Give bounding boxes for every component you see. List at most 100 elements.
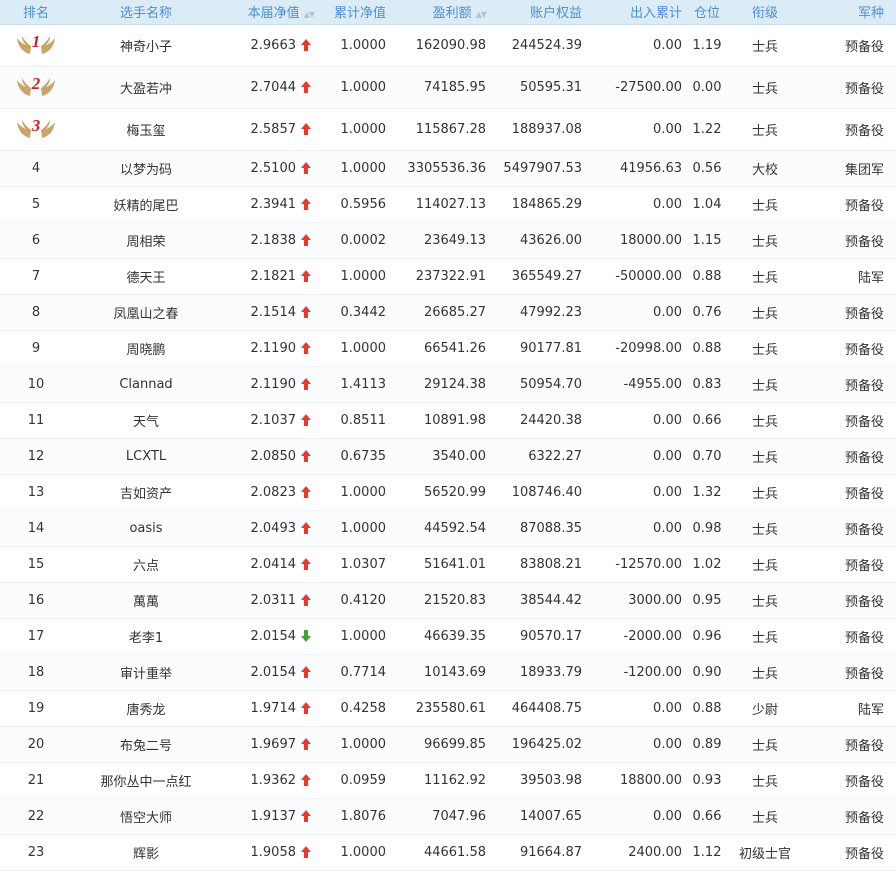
header-equity[interactable]: 账户权益 (492, 0, 590, 25)
table-row[interactable]: 11 天气 2.1037 0.8511 10891.98 24420.38 0.00 0.66… (0, 402, 896, 439)
player-name[interactable]: 唐秀龙 (72, 690, 220, 727)
rank-title: 士兵 (726, 582, 804, 619)
table-row[interactable]: 8 凤凰山之春 2.1514 0.3442 26685.27 47992.23 0.00 0.… (0, 294, 896, 331)
net-value: 2.3941 (250, 196, 297, 212)
net-value-cell: 2.7044 (220, 66, 320, 109)
profit-value: 162090.98 (392, 24, 492, 67)
table-row[interactable]: 13 吉如资产 2.0823 1.0000 56520.99 108746.40 0.00 1… (0, 474, 896, 511)
player-name[interactable]: 天气 (72, 402, 220, 439)
player-name[interactable]: 六点 (72, 546, 220, 583)
header-net-value[interactable]: 本届净值 ▲▼ (220, 0, 320, 25)
inout-value: -12570.00 (590, 546, 688, 583)
net-value: 2.1190 (250, 376, 297, 392)
player-name[interactable]: 以梦为码 (72, 150, 220, 187)
up-arrow-icon (301, 450, 311, 462)
army-type: 预备役 (804, 108, 896, 151)
header-army[interactable]: 军种 (804, 0, 896, 25)
inout-value: 0.00 (590, 24, 688, 67)
player-name[interactable]: 大盈若冲 (72, 66, 220, 109)
player-name[interactable]: 凤凰山之春 (72, 294, 220, 331)
table-row[interactable]: 5 妖精的尾巴 2.3941 0.5956 114027.13 184865.29 0.00… (0, 186, 896, 223)
player-name[interactable]: 布兔二号 (72, 726, 220, 763)
up-arrow-icon (301, 39, 311, 51)
table-row[interactable]: 23 辉影 1.9058 1.0000 44661.58 91664.87 2400.00 1… (0, 834, 896, 871)
net-value: 2.1514 (250, 304, 297, 320)
net-value-cell: 2.1514 (220, 294, 320, 331)
rank-title: 士兵 (726, 330, 804, 367)
sort-icon[interactable]: ▲▼ (304, 10, 315, 19)
player-name[interactable]: oasis (72, 510, 220, 547)
player-name[interactable]: LCXTL (72, 438, 220, 475)
position-value: 0.96 (688, 618, 726, 655)
sort-icon[interactable]: ▲▼ (476, 10, 487, 19)
position-value: 0.98 (688, 510, 726, 547)
inout-value: 0.00 (590, 474, 688, 511)
header-title[interactable]: 衔级 (726, 0, 804, 25)
player-name[interactable]: 吉如资产 (72, 474, 220, 511)
table-row[interactable]: 10 Clannad 2.1190 1.4113 29124.38 50954.70 -49… (0, 366, 896, 403)
up-arrow-icon (301, 306, 311, 318)
net-value: 2.7044 (250, 79, 297, 95)
player-name[interactable]: 周相荣 (72, 222, 220, 259)
inout-value: 2400.00 (590, 834, 688, 871)
profit-value: 115867.28 (392, 108, 492, 151)
net-value-cell: 2.1190 (220, 330, 320, 367)
position-value: 0.95 (688, 582, 726, 619)
profit-value: 3540.00 (392, 438, 492, 475)
equity-value: 188937.08 (492, 108, 590, 151)
net-value: 2.0154 (250, 628, 297, 644)
header-inout[interactable]: 出入累计 (590, 0, 688, 25)
up-arrow-icon (301, 198, 311, 210)
table-row[interactable]: 12 LCXTL 2.0850 0.6735 3540.00 6322.27 0.00 0.7… (0, 438, 896, 475)
player-name[interactable]: 审计重举 (72, 654, 220, 691)
header-position[interactable]: 仓位 (688, 0, 726, 25)
player-name[interactable]: 老李1 (72, 618, 220, 655)
table-row[interactable]: 1 神奇小子 2.9663 1.0000 162090.98 244524.39 0.00 1… (0, 24, 896, 67)
table-row[interactable]: 6 周相荣 2.1838 0.0002 23649.13 43626.00 18000.00… (0, 222, 896, 259)
table-row[interactable]: 9 周晓鹏 2.1190 1.0000 66541.26 90177.81 -20998.0… (0, 330, 896, 367)
player-name[interactable]: 神奇小子 (72, 24, 220, 67)
table-row[interactable]: 4 以梦为码 2.5100 1.0000 3305536.36 5497907.53 419… (0, 150, 896, 187)
player-name[interactable]: 周晓鹏 (72, 330, 220, 367)
cum-net-value: 0.4258 (320, 690, 392, 727)
position-value: 0.88 (688, 258, 726, 295)
header-rank[interactable]: 排名 (0, 0, 72, 25)
table-row[interactable]: 17 老李1 2.0154 1.0000 46639.35 90570.17 -2000.0… (0, 618, 896, 655)
player-name[interactable]: Clannad (72, 366, 220, 403)
player-name[interactable]: 辉影 (72, 834, 220, 871)
player-name[interactable]: 妖精的尾巴 (72, 186, 220, 223)
table-row[interactable]: 2 大盈若冲 2.7044 1.0000 74185.95 50595.31 -27500.… (0, 66, 896, 109)
table-row[interactable]: 7 德天王 2.1821 1.0000 237322.91 365549.27 -50000… (0, 258, 896, 295)
table-row[interactable]: 19 唐秀龙 1.9714 0.4258 235580.61 464408.75 0.00 0… (0, 690, 896, 727)
player-name[interactable]: 萬萬 (72, 582, 220, 619)
table-row[interactable]: 15 六点 2.0414 1.0307 51641.01 83808.21 -12570.0… (0, 546, 896, 583)
cum-net-value: 0.7714 (320, 654, 392, 691)
rank-title: 士兵 (726, 258, 804, 295)
player-name[interactable]: 悟空大师 (72, 798, 220, 835)
table-row[interactable]: 22 悟空大师 1.9137 1.8076 7047.96 14007.65 0.00 0.6… (0, 798, 896, 835)
player-name[interactable]: 那你丛中一点红 (72, 762, 220, 799)
net-value: 2.1190 (250, 340, 297, 356)
header-cum-net-value[interactable]: 累计净值 (320, 0, 392, 25)
table-row[interactable]: 16 萬萬 2.0311 0.4120 21520.83 38544.42 3000.00 0… (0, 582, 896, 619)
rank-title: 士兵 (726, 762, 804, 799)
header-name[interactable]: 选手名称 (72, 0, 220, 25)
army-type: 预备役 (804, 762, 896, 799)
inout-value: -1200.00 (590, 654, 688, 691)
player-name[interactable]: 德天王 (72, 258, 220, 295)
net-value: 2.0823 (250, 484, 297, 500)
header-profit[interactable]: 盈利额 ▲▼ (392, 0, 492, 25)
player-name[interactable]: 梅玉玺 (72, 108, 220, 151)
equity-value: 5497907.53 (492, 150, 590, 187)
table-row[interactable]: 14 oasis 2.0493 1.0000 44592.54 87088.35 0.00 0… (0, 510, 896, 547)
table-row[interactable]: 21 那你丛中一点红 1.9362 0.0959 11162.92 39503.98 188… (0, 762, 896, 799)
table-row[interactable]: 18 审计重举 2.0154 0.7714 10143.69 18933.79 -1200.… (0, 654, 896, 691)
cum-net-value: 0.5956 (320, 186, 392, 223)
table-row[interactable]: 3 梅玉玺 2.5857 1.0000 115867.28 188937.08 0.00 1.… (0, 108, 896, 151)
net-value: 2.5100 (250, 160, 297, 176)
cum-net-value: 1.8076 (320, 798, 392, 835)
table-row[interactable]: 20 布兔二号 1.9697 1.0000 96699.85 196425.02 0.00 0… (0, 726, 896, 763)
net-value-cell: 2.5857 (220, 108, 320, 151)
rank-cell: 19 (0, 690, 72, 727)
inout-value: 0.00 (590, 402, 688, 439)
